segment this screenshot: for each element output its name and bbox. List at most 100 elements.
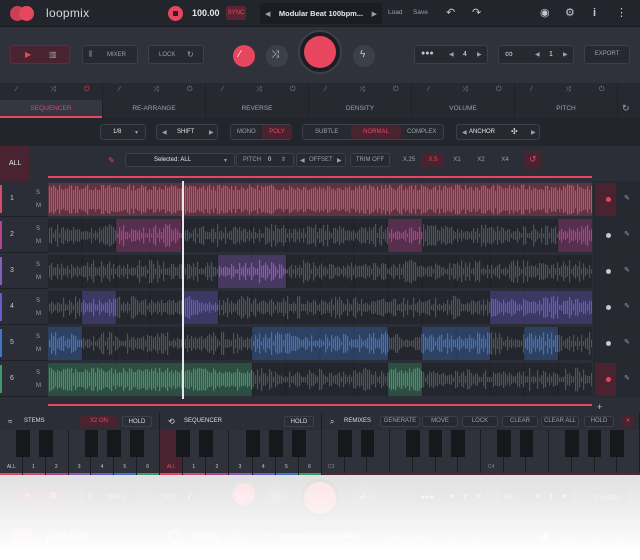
shuffle-icon[interactable]: ⤨ xyxy=(153,86,159,94)
track-select-dot[interactable] xyxy=(606,341,611,346)
lock-button[interactable]: LOCK ↻ xyxy=(148,45,204,64)
poly-option[interactable]: POLY xyxy=(262,125,292,139)
mute-button[interactable]: M xyxy=(36,311,41,317)
voice-mode-toggle[interactable]: MONO POLY xyxy=(230,124,292,140)
bpm-value[interactable]: 100.00 xyxy=(192,8,220,18)
power-icon[interactable]: ⏻ xyxy=(599,86,605,94)
clear-button[interactable]: CLEAR xyxy=(502,416,538,427)
complex-option[interactable]: COMPLEX xyxy=(407,129,436,135)
close-icon[interactable]: ✕ xyxy=(622,416,634,427)
piano-black-key[interactable] xyxy=(107,430,122,457)
track-lane[interactable] xyxy=(48,183,592,216)
play-icon[interactable]: ▶ xyxy=(25,50,31,59)
track-select-dot[interactable] xyxy=(606,197,611,202)
loop-stepper[interactable]: ∞ ◀ 1 ▶ xyxy=(498,45,574,64)
generate-button[interactable]: GENERATE xyxy=(380,416,420,427)
piano-black-key[interactable] xyxy=(38,430,53,457)
preset-next-icon[interactable]: ▶ xyxy=(372,10,377,18)
track-lane[interactable] xyxy=(48,363,592,396)
timeline-bottom-bar[interactable] xyxy=(48,404,592,406)
shuffle-icon[interactable]: ⤨ xyxy=(50,86,56,94)
dice-icon[interactable]: ⁄ xyxy=(16,86,17,93)
track-header[interactable]: 4 S M xyxy=(0,289,48,325)
track-select-dot[interactable] xyxy=(606,269,611,274)
pencil-icon[interactable]: ✎ xyxy=(624,302,630,310)
load-button[interactable]: Load xyxy=(388,9,402,16)
track-header[interactable]: 2 S M xyxy=(0,217,48,253)
selection-dropdown[interactable]: Selected: ALL ▾ xyxy=(125,153,235,167)
mute-button[interactable]: M xyxy=(36,383,41,389)
piano-black-key[interactable] xyxy=(406,430,420,457)
subtle-option[interactable]: SUBTLE xyxy=(315,129,338,135)
play-mode-toggle[interactable]: ▶ ▥ xyxy=(10,45,70,64)
reverse-button[interactable]: ↺ xyxy=(524,151,542,169)
speed-option[interactable]: X2 xyxy=(470,153,492,167)
speed-option[interactable]: X.5 xyxy=(422,153,444,167)
stems-hold-button[interactable]: HOLD xyxy=(122,416,152,427)
trim-toggle[interactable]: TRIM OFF xyxy=(350,153,390,167)
speed-option[interactable]: X.25 xyxy=(398,153,420,167)
solo-button[interactable]: S xyxy=(36,334,40,340)
dice-random-button[interactable]: ⁄ xyxy=(233,45,255,67)
piano-black-key[interactable] xyxy=(587,430,602,457)
solo-button[interactable]: S xyxy=(36,226,40,232)
piano-black-key[interactable] xyxy=(16,430,30,457)
tab-sequencer[interactable]: SEQUENCER xyxy=(0,100,103,118)
lightning-button[interactable]: ϟ xyxy=(353,45,375,67)
piano-black-key[interactable] xyxy=(84,430,99,457)
shift-prev-icon[interactable]: ◀ xyxy=(162,129,167,136)
tab-re-arrange[interactable]: RE-ARRANGE xyxy=(103,100,206,118)
piano-icon[interactable]: ▥ xyxy=(49,50,57,59)
pencil-icon[interactable]: ✎ xyxy=(624,266,630,274)
offset-stepper[interactable]: ◀ OFFSET ▶ xyxy=(296,153,346,167)
solo-button[interactable]: S xyxy=(36,190,40,196)
gear-icon[interactable]: ⚙ xyxy=(565,8,575,19)
lock-button[interactable]: LOCK xyxy=(462,416,498,427)
shuffle-icon[interactable]: ⤨ xyxy=(565,86,571,94)
pencil-icon[interactable]: ✎ xyxy=(624,374,630,382)
export-button[interactable]: EXPORT xyxy=(584,45,630,64)
loop-next-icon[interactable]: ▶ xyxy=(563,51,568,58)
power-icon[interactable]: ⏻ xyxy=(187,86,193,94)
more-icon[interactable]: ⋮ xyxy=(616,8,627,19)
track-lane[interactable] xyxy=(48,327,592,360)
mono-option[interactable]: MONO xyxy=(237,129,256,135)
piano-black-key[interactable] xyxy=(291,430,306,457)
record-button[interactable] xyxy=(298,30,342,74)
sequencer-hold-button[interactable]: HOLD xyxy=(284,416,314,427)
piano-black-key[interactable] xyxy=(565,430,579,457)
track-select-dot[interactable] xyxy=(606,233,611,238)
mute-button[interactable]: M xyxy=(36,203,41,209)
sync-badge[interactable]: SYNC xyxy=(226,6,246,20)
shuffle-button[interactable]: ⤨ xyxy=(266,45,288,67)
mute-button[interactable]: M xyxy=(36,275,41,281)
tab-pitch[interactable]: PITCH xyxy=(515,100,618,118)
info-icon[interactable]: i xyxy=(593,8,596,19)
tab-volume[interactable]: VOLUME xyxy=(412,100,515,118)
track-lane[interactable] xyxy=(48,219,592,252)
dice-icon[interactable]: ⁄ xyxy=(428,86,429,93)
pencil-icon[interactable]: ✎ xyxy=(108,156,115,165)
shuffle-icon[interactable]: ⤨ xyxy=(359,86,365,94)
all-tracks-button[interactable]: ALL xyxy=(0,146,30,181)
steps-prev-icon[interactable]: ◀ xyxy=(449,51,454,58)
solo-button[interactable]: S xyxy=(36,298,40,304)
stop-button[interactable] xyxy=(168,6,183,21)
piano-black-key[interactable] xyxy=(176,430,191,457)
shuffle-icon[interactable]: ⤨ xyxy=(462,86,468,94)
piano-black-key[interactable] xyxy=(199,430,214,457)
solo-button[interactable]: S xyxy=(36,262,40,268)
power-icon[interactable]: ⏻ xyxy=(496,86,502,94)
piano-black-key[interactable] xyxy=(610,430,625,457)
tab-density[interactable]: DENSITY xyxy=(309,100,412,118)
power-icon[interactable]: ⏻ xyxy=(290,86,296,94)
piano-black-key[interactable] xyxy=(268,430,283,457)
offset-prev-icon[interactable]: ◀ xyxy=(300,157,305,164)
steps-stepper[interactable]: ●●● ◀ 4 ▶ xyxy=(414,45,488,64)
speed-option[interactable]: X1 xyxy=(446,153,468,167)
anchor-next-icon[interactable]: ▶ xyxy=(531,129,536,136)
anchor-stepper[interactable]: ◀ ANCHOR ✣ ▶ xyxy=(456,124,540,140)
normal-option[interactable]: NORMAL xyxy=(351,125,401,139)
track-header[interactable]: 6 S M xyxy=(0,361,48,397)
shuffle-icon[interactable]: ⤨ xyxy=(256,86,262,94)
